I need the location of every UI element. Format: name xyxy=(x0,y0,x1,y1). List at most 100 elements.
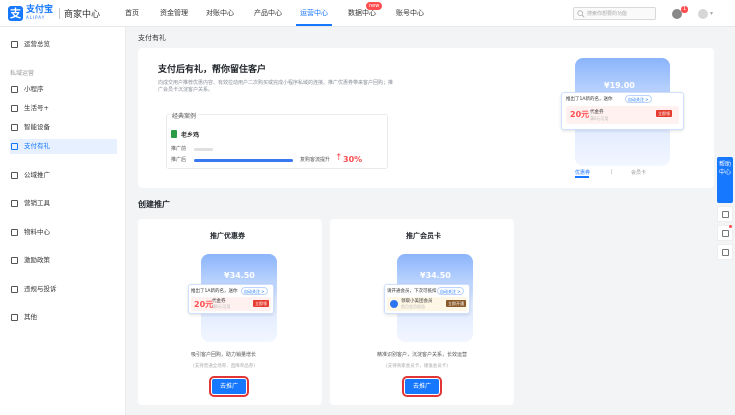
merchant-name: 老乡鸡 xyxy=(181,132,200,139)
alipay-logo[interactable]: 支 xyxy=(8,6,23,21)
sidebar-item-label: 违规与投诉 xyxy=(24,285,57,293)
after-label: 推广后 xyxy=(171,157,187,163)
brand-name: 支付宝 xyxy=(26,5,54,15)
message-icon xyxy=(722,230,729,237)
help-center-button[interactable]: 帮助中心 xyxy=(717,157,733,203)
sidebar-item-label: 营销工具 xyxy=(24,199,50,207)
intro-title: 支付后有礼，帮你留住客户 xyxy=(158,65,267,75)
sidebar-item-label: 小程序 xyxy=(24,85,44,93)
nav-operations[interactable]: 运营中心 xyxy=(300,8,328,18)
section-title: 创建推广 xyxy=(138,200,170,209)
gift-icon xyxy=(11,143,18,150)
edit-icon xyxy=(722,249,729,256)
coupon-ticket-button[interactable]: 立即领 xyxy=(253,300,269,307)
miniprogram-icon xyxy=(11,86,18,93)
preview-coupon-sub: 满0元可用 xyxy=(590,116,609,121)
sidebar-item-label: 生活号+ xyxy=(24,104,49,112)
member-card-note: (支持商家会员卡，储值会员卡) xyxy=(386,364,449,369)
sidebar-item-marketing-tools[interactable]: 营销工具 xyxy=(10,196,117,211)
nav-data-badge: new xyxy=(366,2,383,10)
edit-button[interactable] xyxy=(717,244,733,260)
coupon-card-title: 推广优惠券 xyxy=(210,232,245,240)
member-card-icon xyxy=(390,300,398,308)
member-phone-amount: ¥34.50 xyxy=(420,271,451,280)
portal-name: 商家中心 xyxy=(64,10,101,20)
sidebar-item-payment-gift[interactable]: 支付有礼 xyxy=(10,139,117,154)
sidebar-group-label: 私域运营 xyxy=(10,70,35,77)
avatar[interactable] xyxy=(698,9,708,19)
life-account-icon xyxy=(11,105,18,112)
member-ticket-sub: 首月会员权益 xyxy=(401,304,425,309)
sidebar-item-label: 物料中心 xyxy=(24,228,50,236)
coupon-popup-text: 推出了1A新的名，送你 xyxy=(191,289,238,294)
nav-home[interactable]: 首页 xyxy=(125,8,139,18)
coupon-follow-pill[interactable]: 自动关注 > xyxy=(241,287,268,295)
notification-badge: 1 xyxy=(681,6,689,13)
incentive-icon xyxy=(11,257,18,264)
promote-coupon-button[interactable]: 去推广 xyxy=(209,376,249,397)
chevron-down-icon[interactable]: ▾ xyxy=(710,10,713,17)
sidebar-item-label: 其他 xyxy=(24,313,37,321)
sidebar-item-label: 运营总览 xyxy=(24,40,50,48)
member-ticket-button[interactable]: 立即开通 xyxy=(446,300,466,307)
sidebar-item-materials[interactable]: 物料中心 xyxy=(10,225,117,240)
member-popup-text: 请开通会员，下次可抵扣 xyxy=(387,289,437,294)
case-label: 经典案例 xyxy=(170,111,199,120)
sidebar-item-devices[interactable]: 智能设备 xyxy=(10,120,117,135)
search-icon xyxy=(577,10,585,18)
preview-coupon-button[interactable]: 立即领 xyxy=(656,110,672,117)
sidebar-item-violations[interactable]: 违规与投诉 xyxy=(10,282,117,297)
sidebar-item-incentives[interactable]: 激励政策 xyxy=(10,253,117,268)
coupon-card-desc: 吸引客户回购，助力销量增长 xyxy=(191,352,257,358)
merchant-logo-icon xyxy=(171,130,177,138)
preview-tab-member[interactable]: 会员卡 xyxy=(631,169,646,176)
nav-products[interactable]: 产品中心 xyxy=(254,8,282,18)
more-icon xyxy=(11,314,18,321)
preview-tab-coupon[interactable]: 优惠券 xyxy=(575,169,590,176)
member-follow-pill[interactable]: 自动关注 > xyxy=(437,287,464,295)
after-bar xyxy=(194,159,293,162)
coupon-card-note: (支持普通全场券、直降单品券) xyxy=(193,364,256,369)
complaint-icon xyxy=(11,286,18,293)
breadcrumb: 支付有礼 xyxy=(138,34,166,42)
message-dot xyxy=(729,225,732,228)
member-card-desc: 精准识别客户，沉淀客户关系，长效运营 xyxy=(377,352,468,358)
brand-divider xyxy=(59,8,60,19)
before-bar xyxy=(194,148,213,151)
nav-funds[interactable]: 资金管理 xyxy=(160,8,188,18)
sidebar-item-lifeaccount[interactable]: 生活号+ xyxy=(10,101,117,116)
search-input[interactable]: 搜索你想要的功能 xyxy=(573,7,656,20)
preview-amount: ¥19.00 xyxy=(604,81,635,90)
sidebar-item-public-promo[interactable]: 公域推广 xyxy=(10,168,117,183)
sidebar-item-label: 智能设备 xyxy=(24,123,50,131)
dashboard-icon xyxy=(11,41,18,48)
sidebar-item-miniprogram[interactable]: 小程序 xyxy=(10,82,117,97)
sidebar-item-overview[interactable]: 运营总览 xyxy=(10,37,117,52)
promotion-icon xyxy=(11,172,18,179)
materials-icon xyxy=(11,229,18,236)
preview-tab-indicator xyxy=(575,176,589,178)
sidebar-item-label: 支付有礼 xyxy=(24,142,50,150)
sidebar-item-other[interactable]: 其他 xyxy=(10,310,117,325)
feedback-icon xyxy=(722,211,729,218)
preview-popup-text: 推出了1A新的名，送你 xyxy=(566,97,613,102)
member-card-title: 推广会员卡 xyxy=(406,232,441,240)
nav-account[interactable]: 账号中心 xyxy=(396,8,424,18)
feedback-button[interactable] xyxy=(717,206,733,222)
before-label: 推广前 xyxy=(171,146,187,152)
nav-active-indicator xyxy=(296,24,332,26)
promote-member-button[interactable]: 去推广 xyxy=(402,376,442,397)
lift-value: 30% xyxy=(343,155,363,164)
sidebar-item-label: 激励政策 xyxy=(24,256,50,264)
preview-tab-separator: | xyxy=(611,169,613,175)
tools-icon xyxy=(11,200,18,207)
intro-description: 向成交用户推荐优惠内容、有效拉动用户二次购买或完成小程序私域的连接。推广优惠券带… xyxy=(158,80,394,93)
coupon-ticket-sub: 满0元可用 xyxy=(212,304,231,309)
preview-coupon-name: 代金券 xyxy=(590,110,604,115)
preview-follow-pill[interactable]: 自动关注 > xyxy=(625,95,652,103)
search-placeholder: 搜索你想要的功能 xyxy=(587,11,628,17)
nav-reconciliation[interactable]: 对账中心 xyxy=(206,8,234,18)
lift-label: 复购客流提升 xyxy=(300,157,331,163)
lift-arrow-icon: ↑ xyxy=(335,153,343,163)
brand-sub: ALIPAY xyxy=(26,15,46,20)
